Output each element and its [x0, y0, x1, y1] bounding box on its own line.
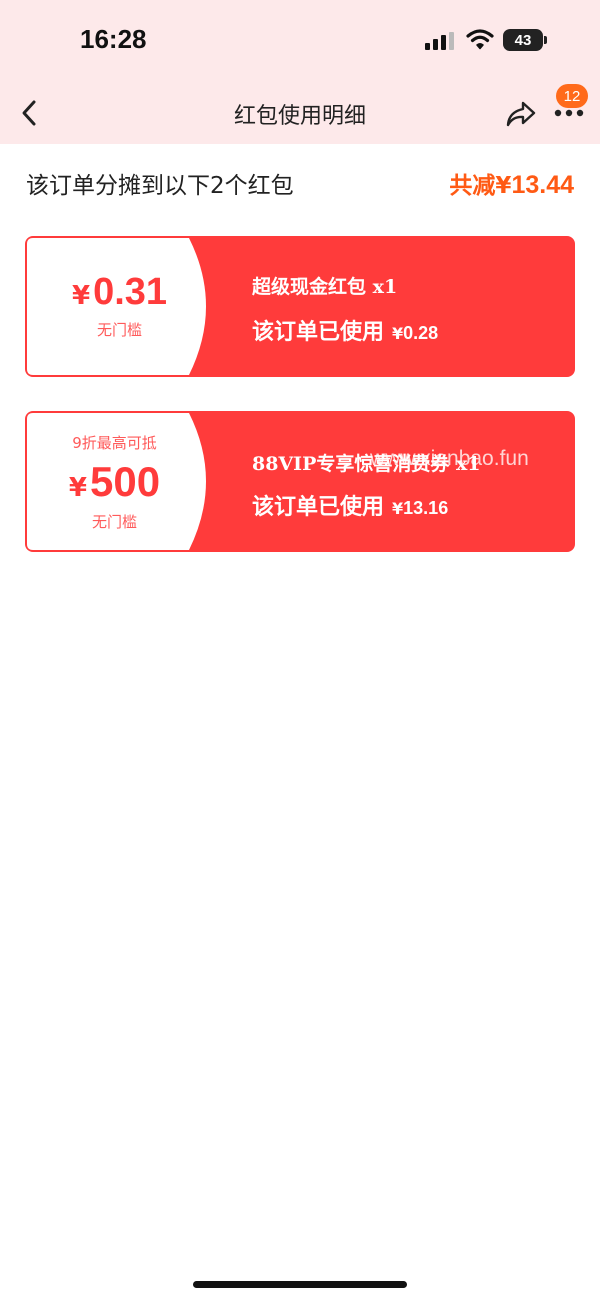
- battery-level: 43: [514, 31, 532, 49]
- coupon-condition: 无门槛: [91, 512, 137, 531]
- coupon-info: 超级现金红包 x1 该订单已使用 ¥0.28: [225, 236, 575, 377]
- coupon-used-currency: ¥: [392, 324, 404, 343]
- home-indicator: [193, 1281, 407, 1288]
- summary-total-amount: 13.44: [511, 171, 574, 199]
- summary-total: 共减¥13.44: [449, 166, 574, 200]
- wifi-icon: [466, 29, 494, 50]
- coupon-amount: 0.31: [93, 271, 168, 313]
- coupon-used-label: 该订单已使用: [252, 320, 385, 345]
- coupon-value-panel: 9折最高可抵 ¥ 500 无门槛: [27, 413, 247, 550]
- more-dots-icon[interactable]: [554, 106, 584, 120]
- status-bar: 16:28 43: [0, 0, 600, 82]
- nav-bar: 红包使用明细 12: [0, 82, 600, 144]
- coupon-used-currency: ¥: [392, 499, 404, 518]
- battery-tip: [544, 36, 547, 44]
- summary-total-prefix: 共减¥: [449, 173, 512, 199]
- coupon-value-panel: ¥ 0.31 无门槛: [27, 238, 247, 375]
- coupon-currency: ¥: [71, 281, 91, 311]
- status-time: 16:28: [80, 24, 147, 54]
- coupon-used: 该订单已使用 ¥0.28: [252, 314, 438, 346]
- notification-badge: 12: [556, 84, 588, 108]
- coupon-info: 88VIP专享惊喜消费券 x1 该订单已使用 ¥13.16: [225, 411, 575, 552]
- watermark: www.xianbao.fun: [370, 447, 529, 470]
- coupon-amount: 500: [90, 457, 161, 505]
- summary-label: 该订单分摊到以下2个红包: [26, 173, 294, 199]
- coupon-used-amount: 0.28: [403, 323, 439, 343]
- coupon-card[interactable]: ¥ 0.31 无门槛 超级现金红包 x1 该订单已使用 ¥0.28: [25, 236, 575, 377]
- signal-icon: [425, 32, 454, 50]
- coupon-used-label: 该订单已使用: [252, 495, 385, 520]
- coupon-currency: ¥: [68, 472, 87, 503]
- share-icon[interactable]: [505, 100, 537, 128]
- coupon-card[interactable]: 9折最高可抵 ¥ 500 无门槛 88VIP专享惊喜消费券 x1 该订单已使用 ¥…: [25, 411, 575, 552]
- coupon-top-note: 9折最高可抵: [72, 433, 157, 452]
- battery-icon: 43: [503, 29, 543, 51]
- coupon-used: 该订单已使用 ¥13.16: [252, 489, 448, 521]
- coupon-condition: 无门槛: [96, 321, 142, 339]
- coupon-name: 超级现金红包 x1: [252, 276, 398, 298]
- coupon-used-amount: 13.16: [403, 498, 449, 518]
